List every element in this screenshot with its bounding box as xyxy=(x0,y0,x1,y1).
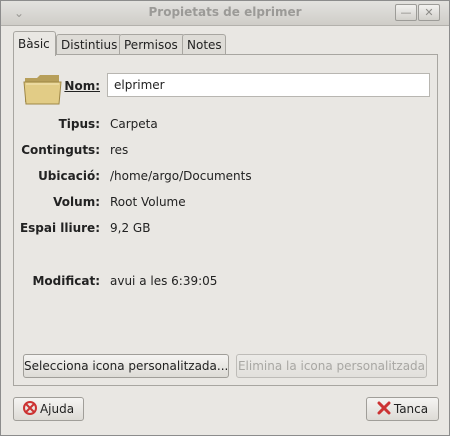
tab-basic[interactable]: Bàsic xyxy=(13,31,56,56)
name-label: Nom: xyxy=(64,79,100,93)
name-input[interactable]: elprimer xyxy=(107,73,430,97)
modified-value: avui a les 6:39:05 xyxy=(110,274,218,288)
location-value: /home/argo/Documents xyxy=(110,169,252,183)
free-space-value: 9,2 GB xyxy=(110,221,151,235)
tab-notes[interactable]: Notes xyxy=(182,34,226,55)
free-space-label: Espai lliure: xyxy=(19,221,100,235)
location-label: Ubicació: xyxy=(38,169,100,183)
volume-value: Root Volume xyxy=(110,195,186,209)
close-icon xyxy=(377,401,391,415)
tab-permisos[interactable]: Permisos xyxy=(119,34,185,55)
type-value: Carpeta xyxy=(110,117,158,131)
volume-label: Volum: xyxy=(53,195,100,209)
remove-custom-icon-button[interactable]: Elimina la icona personalitzada xyxy=(236,354,427,378)
contents-value: res xyxy=(110,143,129,157)
help-button[interactable]: Ajuda xyxy=(13,397,84,421)
help-icon xyxy=(22,401,37,415)
tab-distintius[interactable]: Distintius xyxy=(56,34,122,55)
type-label: Tipus: xyxy=(58,117,100,131)
folder-icon xyxy=(23,75,62,105)
contents-label: Continguts: xyxy=(21,143,100,157)
window-title: Propietats de elprimer xyxy=(148,5,302,19)
window-close-button[interactable]: ✕ xyxy=(418,4,440,21)
title-bar[interactable]: ⌄ Propietats de elprimer — ✕ xyxy=(1,1,449,26)
select-custom-icon-button[interactable]: Selecciona icona personalitzada... xyxy=(23,354,229,378)
modified-label: Modificat: xyxy=(32,274,100,288)
close-label: Tanca xyxy=(393,402,429,416)
tab-panel-basic xyxy=(13,54,438,386)
minimize-button[interactable]: — xyxy=(395,4,417,21)
properties-dialog: ⌄ Propietats de elprimer — ✕ Bàsic Disti… xyxy=(0,0,450,436)
help-label: Ajuda xyxy=(39,402,75,416)
close-button[interactable]: Tanca xyxy=(366,397,439,421)
